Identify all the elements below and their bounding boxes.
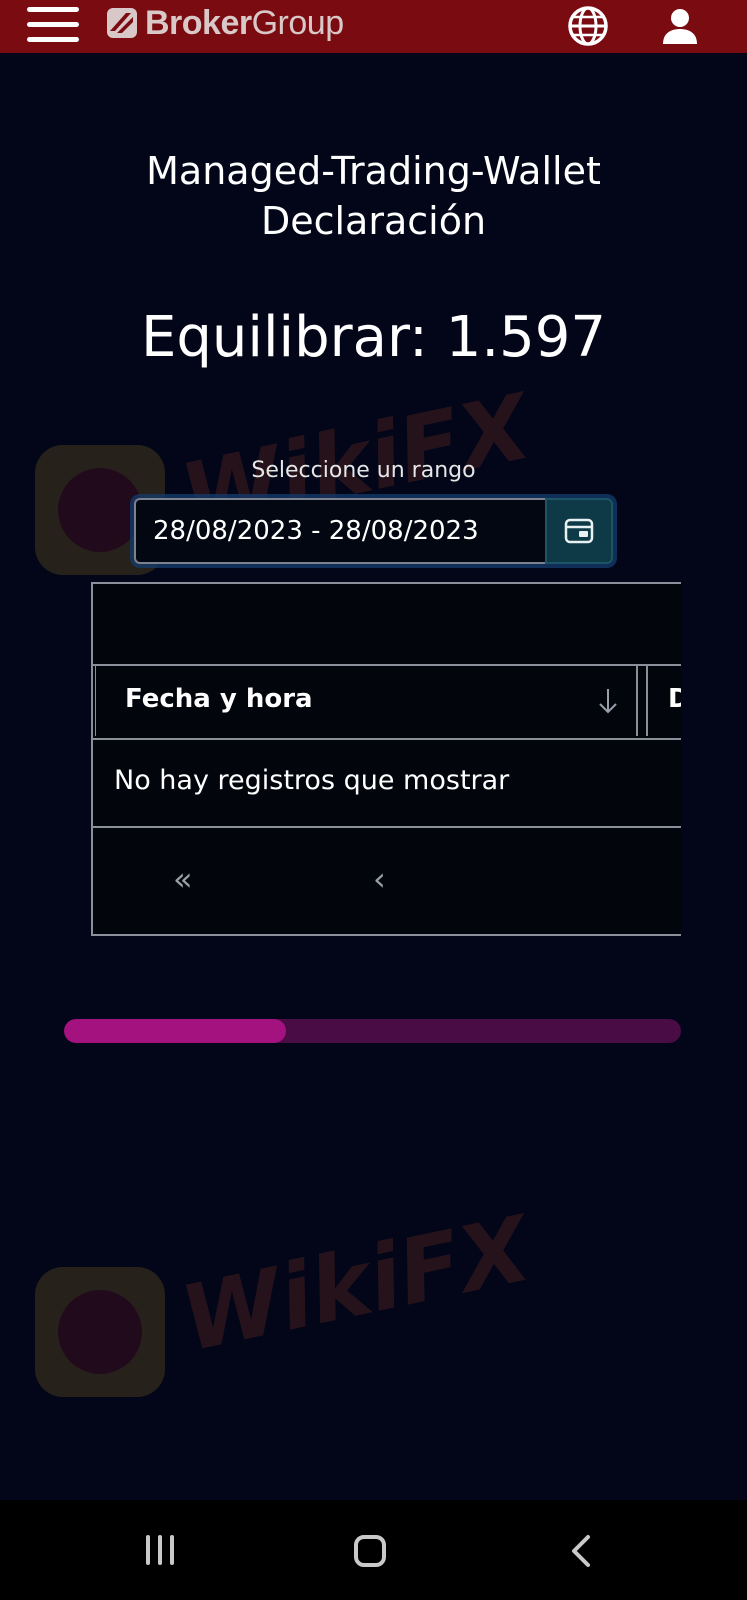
- range-label: Seleccione un rango: [251, 458, 476, 483]
- date-range-input[interactable]: [134, 498, 545, 564]
- page-title-line1: Managed-Trading-Wallet: [146, 149, 601, 193]
- page-title: Managed-Trading-Wallet Declaración: [0, 146, 747, 246]
- empty-message: No hay registros que mostrar: [114, 765, 510, 796]
- records-table: Fecha y hora D No hay registros que most…: [91, 582, 681, 936]
- watermark-logo-icon: [35, 1267, 165, 1397]
- progress-bar: [64, 1019, 681, 1043]
- app-screen: WikiFX WikiFX BrokerGroup Managed-Tradin…: [0, 0, 747, 1600]
- hamburger-menu-icon[interactable]: [27, 7, 79, 43]
- balance-display: Equilibrar: 1.597: [0, 300, 747, 376]
- home-icon[interactable]: [354, 1535, 386, 1567]
- table-pagination: « ‹: [93, 828, 681, 934]
- calendar-icon: [564, 518, 594, 544]
- watermark: [30, 1262, 170, 1406]
- back-icon[interactable]: [566, 1533, 596, 1569]
- calendar-button[interactable]: [545, 498, 613, 564]
- recent-apps-icon[interactable]: [146, 1535, 180, 1567]
- table-header-row: Fecha y hora D: [93, 666, 681, 740]
- broker-logo-icon: [107, 8, 137, 38]
- date-range-picker: [134, 498, 613, 564]
- page-title-line2: Declaración: [260, 199, 487, 243]
- arrow-down-icon: [599, 689, 617, 714]
- top-app-bar: BrokerGroup: [0, 0, 747, 53]
- first-page-button[interactable]: «: [173, 860, 193, 898]
- previous-page-button[interactable]: ‹: [373, 860, 386, 898]
- table-empty-row: No hay registros que mostrar: [93, 740, 681, 828]
- progress-bar-fill: [64, 1019, 287, 1043]
- brand-logo[interactable]: BrokerGroup: [106, 2, 344, 44]
- globe-icon[interactable]: [566, 4, 610, 48]
- brand-name: BrokerGroup: [145, 3, 344, 42]
- column-header-second[interactable]: D: [646, 666, 681, 736]
- balance-label: Equilibrar:: [140, 305, 446, 370]
- user-icon[interactable]: [660, 6, 700, 46]
- table-toolbar: [93, 584, 681, 666]
- column-header-date-time[interactable]: Fecha y hora: [95, 666, 638, 736]
- balance-value: 1.597: [445, 305, 607, 370]
- watermark-text: WikiFX: [172, 1196, 539, 1373]
- column-header-label: Fecha y hora: [125, 684, 313, 714]
- column-header-label: D: [668, 684, 681, 714]
